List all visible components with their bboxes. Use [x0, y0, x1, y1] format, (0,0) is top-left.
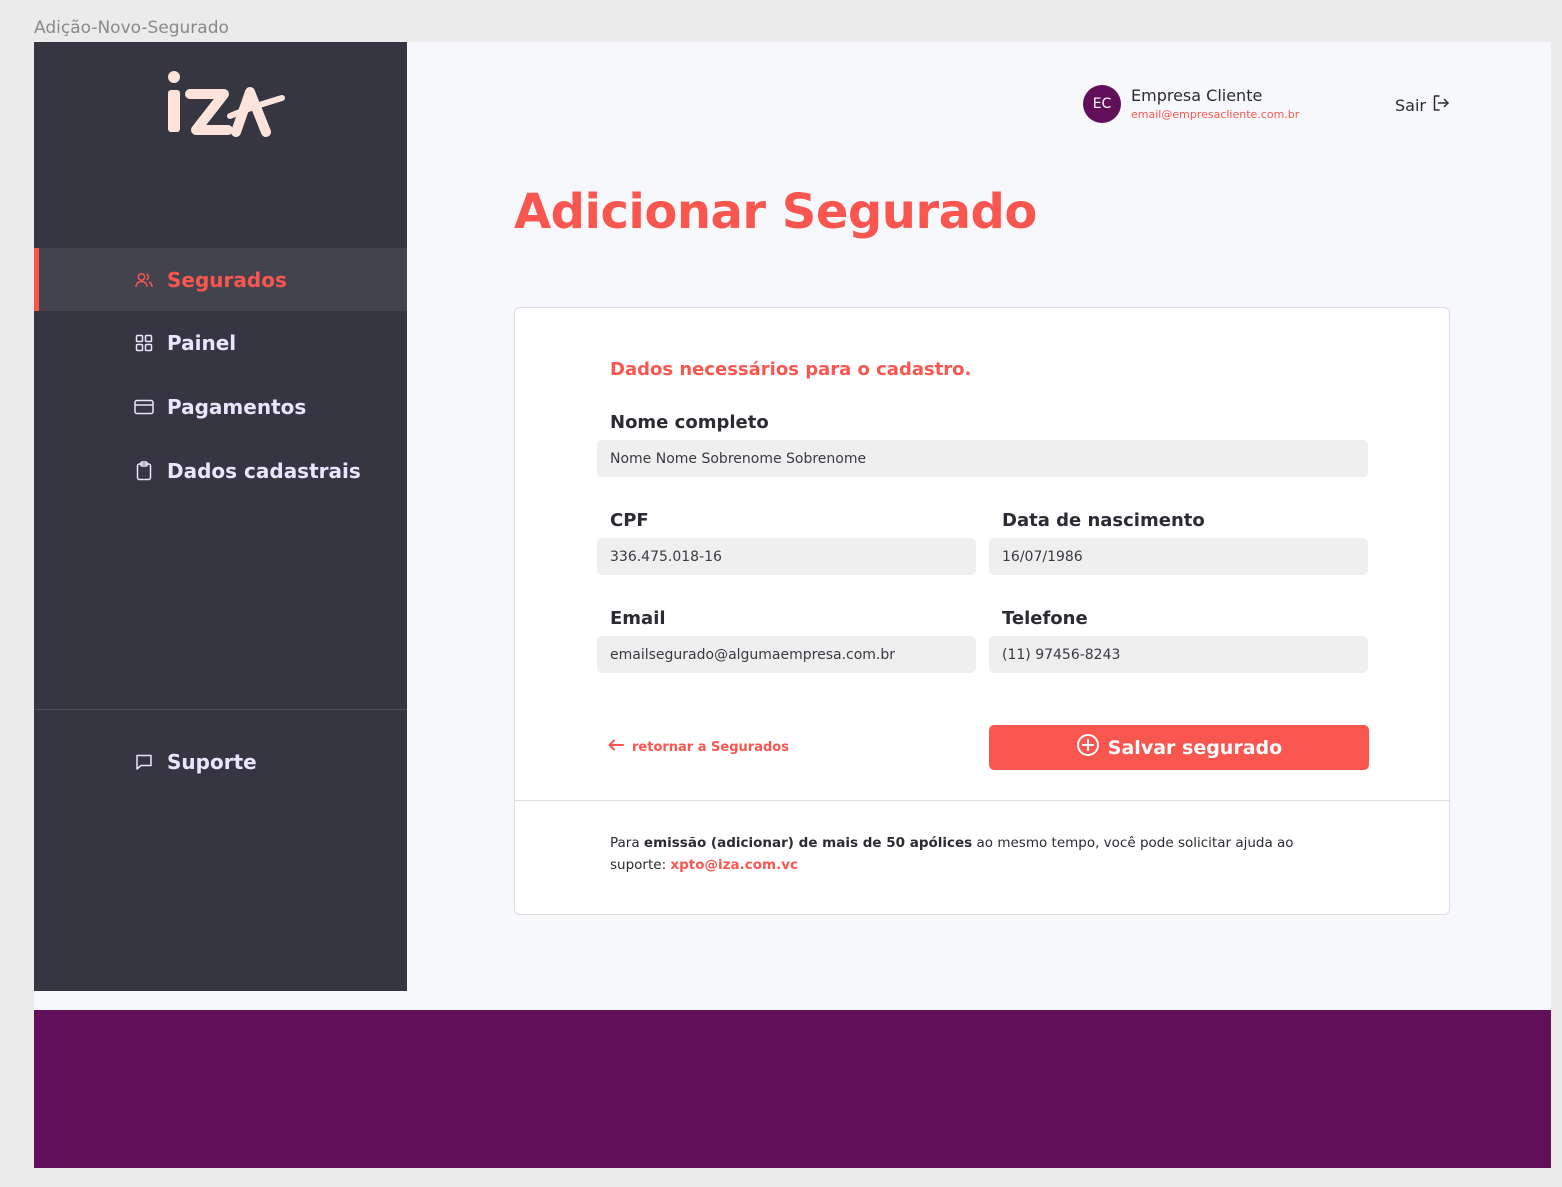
avatar[interactable]: EC — [1083, 85, 1121, 123]
company-name: Empresa Cliente — [1131, 86, 1263, 105]
birthdate-label: Data de nascimento — [1002, 510, 1205, 531]
save-button-label: Salvar segurado — [1107, 736, 1283, 759]
back-link-label: retornar a Segurados — [632, 739, 789, 755]
sidebar-item-pagamentos[interactable]: Pagamentos — [34, 375, 407, 438]
sidebar-item-label: Painel — [167, 330, 237, 355]
sidebar-item-painel[interactable]: Painel — [34, 311, 407, 374]
sidebar-item-label: Suporte — [167, 749, 257, 774]
credit-card-icon — [134, 397, 154, 417]
sidebar-item-dados-cadastrais[interactable]: Dados cadastrais — [34, 439, 407, 502]
help-text: Para emissão (adicionar) de mais de 50 a… — [610, 832, 1310, 876]
sidebar-divider — [34, 709, 407, 710]
app-canvas: Segurados Painel Pagamentos Dados cadast… — [34, 42, 1551, 1168]
iza-logo[interactable] — [164, 68, 294, 138]
back-to-segurados-link[interactable]: retornar a Segurados — [608, 739, 789, 755]
save-segurado-button[interactable]: Salvar segurado — [989, 725, 1369, 770]
logout-icon — [1432, 94, 1450, 116]
plus-circle-icon — [1076, 733, 1100, 762]
card-divider — [515, 800, 1449, 801]
support-email-link[interactable]: xpto@iza.com.vc — [670, 857, 798, 873]
sidebar-item-suporte[interactable]: Suporte — [34, 730, 407, 793]
phone-label: Telefone — [1002, 608, 1088, 629]
sidebar-item-label: Pagamentos — [167, 394, 307, 419]
arrow-left-icon — [608, 739, 624, 755]
cpf-label: CPF — [610, 510, 649, 531]
logout-label: Sair — [1395, 95, 1426, 115]
email-field[interactable]: emailsegurado@algumaempresa.com.br — [597, 636, 976, 673]
sidebar-item-label: Segurados — [167, 267, 287, 292]
help-bold: emissão (adicionar) de mais de 50 apólic… — [643, 835, 973, 851]
name-label: Nome completo — [610, 412, 769, 433]
sidebar-item-label: Dados cadastrais — [167, 458, 361, 483]
sidebar-item-segurados[interactable]: Segurados — [34, 248, 407, 311]
form-card: Dados necessários para o cadastro. Nome … — [514, 307, 1450, 915]
page-title: Adicionar Segurado — [514, 184, 1037, 240]
chat-icon — [134, 752, 154, 772]
birthdate-field[interactable]: 16/07/1986 — [989, 538, 1368, 575]
cpf-field[interactable]: 336.475.018-16 — [597, 538, 976, 575]
sidebar: Segurados Painel Pagamentos Dados cadast… — [34, 42, 407, 991]
section-title: Dados necessários para o cadastro. — [610, 359, 972, 380]
users-icon — [134, 270, 154, 290]
email-label: Email — [610, 608, 666, 629]
logout-button[interactable]: Sair — [1395, 94, 1450, 116]
grid-icon — [134, 333, 154, 353]
footer — [34, 1010, 1551, 1168]
help-prefix: Para — [610, 835, 644, 851]
phone-field[interactable]: (11) 97456-8243 — [989, 636, 1368, 673]
frame-label: Adição-Novo-Segurado — [34, 18, 229, 38]
name-field[interactable]: Nome Nome Sobrenome Sobrenome — [597, 440, 1368, 477]
company-email: email@empresacliente.com.br — [1131, 108, 1300, 121]
clipboard-icon — [134, 460, 154, 481]
